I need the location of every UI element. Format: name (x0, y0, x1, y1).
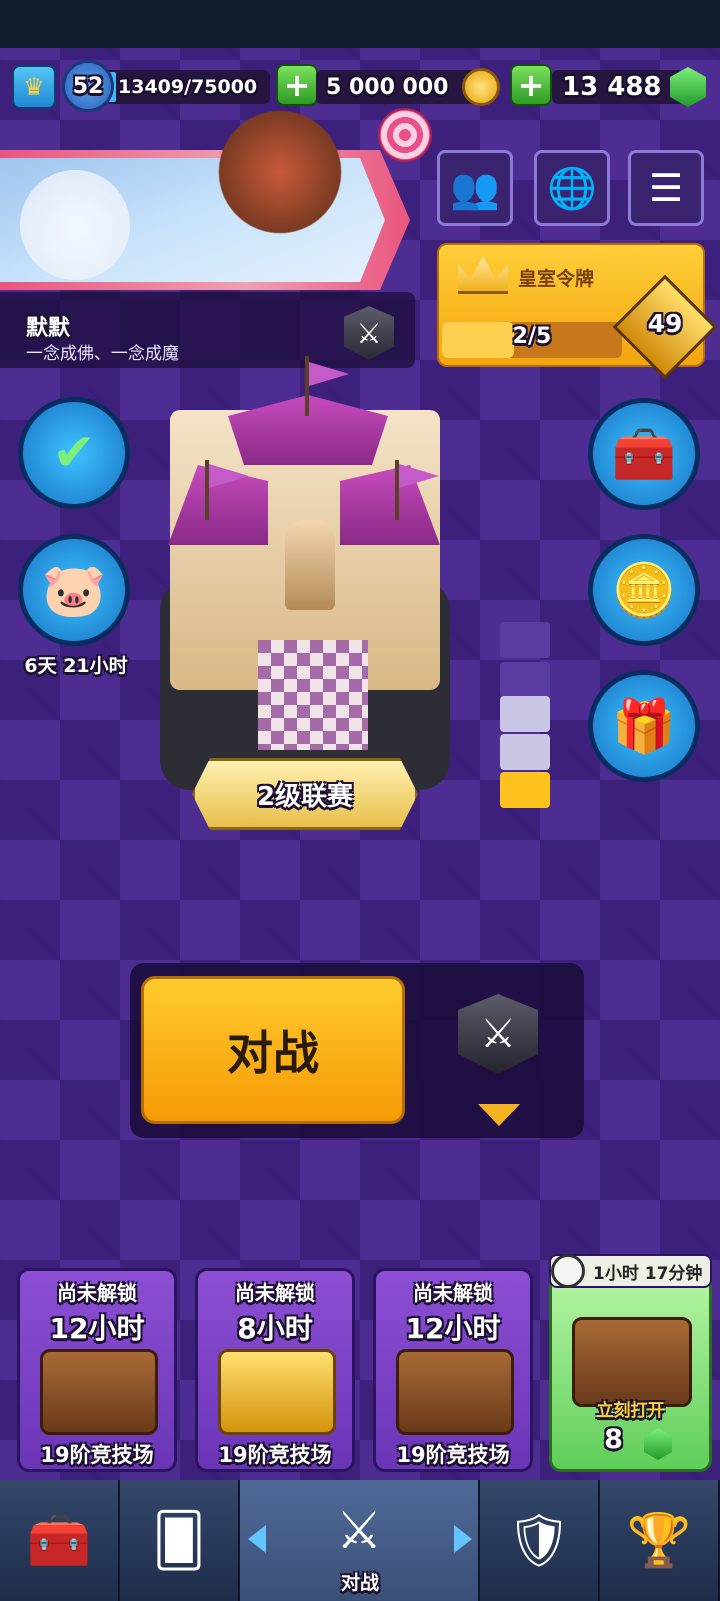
player-name: 默默 (26, 316, 71, 341)
clan-icon: 🛡 (505, 1511, 572, 1571)
xp-display: 13409/75000 (104, 70, 270, 104)
league-plate[interactable]: 2级联赛 (192, 758, 418, 830)
status-bar-area (0, 0, 720, 48)
player-clan-name: 一念成佛、一念成魔 (26, 344, 179, 364)
chest-arena: 19阶竞技场 (396, 1443, 510, 1467)
chest-slot-2[interactable]: 尚未解锁 8小时 19阶竞技场 (195, 1268, 355, 1472)
xp-text: 13409/75000 (118, 76, 258, 98)
shop-icon: 🧰 (26, 1511, 92, 1571)
moon-illustration (20, 170, 130, 280)
track-slot-current (500, 772, 550, 808)
gift-icon: 🎁 (611, 696, 677, 757)
chest-arena: 19阶竞技场 (218, 1443, 332, 1467)
piggy-bank-icon: 🐷 (41, 560, 107, 621)
quests-button[interactable]: ✔ (18, 397, 130, 509)
battle-button-label: 对战 (227, 1026, 319, 1080)
chest-unlock-time: 12小时 (49, 1312, 145, 1345)
league-progress-track (494, 622, 556, 822)
chest-status: 尚未解锁 (235, 1281, 315, 1305)
tab-clan[interactable]: 🛡 (480, 1480, 600, 1601)
chest-slot-3[interactable]: 尚未解锁 12小时 19阶竞技场 (373, 1268, 533, 1472)
chest-timer-text: 1小时 17分钟 (593, 1263, 703, 1284)
leaderboard-button[interactable]: 🌐 (534, 150, 610, 226)
cards-icon: 🂠 (152, 1510, 206, 1571)
piggy-bank-button[interactable]: 🐷 (18, 534, 130, 646)
level-badge[interactable]: 52 (62, 60, 114, 112)
wooden-chest-icon (396, 1349, 514, 1435)
royal-pass-label: 皇室令牌 (518, 268, 595, 290)
open-now-label: 立刻打开 (596, 1401, 665, 1421)
gems-display: 13 488 (552, 70, 684, 104)
golden-chest-icon (218, 1349, 336, 1435)
gems-amount: 13 488 (562, 72, 662, 102)
king-statue-illustration (285, 520, 335, 610)
chest-status: 尚未解锁 (57, 1281, 137, 1305)
lollipop-illustration (378, 108, 432, 162)
gift-button[interactable]: 🎁 (588, 670, 700, 782)
hamburger-menu-icon: ☰ (648, 166, 684, 210)
globe-icon: 🌐 (547, 165, 597, 212)
gold-amount: 5 000 000 (326, 74, 449, 100)
battle-icon: ⚔ (335, 1500, 383, 1561)
arena-floor-pattern (258, 640, 368, 750)
chest-unlock-time: 12小时 (405, 1312, 501, 1345)
add-gems-button[interactable]: + (510, 64, 552, 106)
royal-pass-level: 49 (647, 309, 683, 338)
flagpole (305, 356, 309, 416)
flagpole (395, 460, 399, 520)
chest-arena: 19阶竞技场 (40, 1443, 154, 1467)
chest-offer-button[interactable]: 🧰 (588, 398, 700, 510)
resource-bar: ♛ 13409/75000 52 + 5 000 000 + 13 488 (0, 58, 720, 118)
cards-coins-icon: 🪙 (611, 560, 677, 621)
league-name: 2级联赛 (256, 781, 354, 812)
chest-slot-1[interactable]: 尚未解锁 12小时 19阶竞技场 (17, 1268, 177, 1472)
crown-menu-button[interactable]: ♛ (12, 65, 56, 109)
tab-shop[interactable]: 🧰 (0, 1480, 120, 1601)
friends-button[interactable]: 👥 (437, 150, 513, 226)
tab-battle-label: 对战 (340, 1572, 379, 1594)
battle-button[interactable]: 对战 (141, 976, 405, 1124)
hero-illustration (200, 100, 360, 280)
wooden-chest-icon (40, 1349, 158, 1435)
crown-icon: ♛ (23, 73, 45, 101)
chest-status: 尚未解锁 (413, 1281, 493, 1305)
events-icon: 🏆 (626, 1511, 692, 1571)
scroll-checkmark-icon: ✔ (52, 423, 96, 483)
gem-cost-value: 8 (604, 1424, 623, 1455)
level-text: 52 (72, 73, 104, 99)
gold-coin-icon (462, 68, 500, 106)
menu-button[interactable]: ☰ (628, 150, 704, 226)
track-slot-filled (500, 734, 550, 770)
piggy-bank-timer: 6天 21小时 (24, 655, 128, 677)
shop-offer-button[interactable]: 🪙 (588, 534, 700, 646)
flagpole (205, 460, 209, 520)
friends-icon: 👥 (450, 165, 500, 212)
chest-unlock-time: 8小时 (237, 1312, 313, 1345)
track-slot-filled (500, 696, 550, 732)
gem-cost[interactable]: 8 (549, 1424, 712, 1455)
blue-chest-icon: 🧰 (611, 424, 677, 485)
track-slot-top (500, 622, 550, 658)
wooden-chest-icon (572, 1317, 692, 1407)
royal-pass-progress-text: 2/5 (512, 324, 552, 349)
tab-cards[interactable]: 🂠 (120, 1480, 240, 1601)
tab-events[interactable]: 🏆 (600, 1480, 720, 1601)
clock-icon (551, 1254, 585, 1288)
track-slot (500, 662, 550, 698)
